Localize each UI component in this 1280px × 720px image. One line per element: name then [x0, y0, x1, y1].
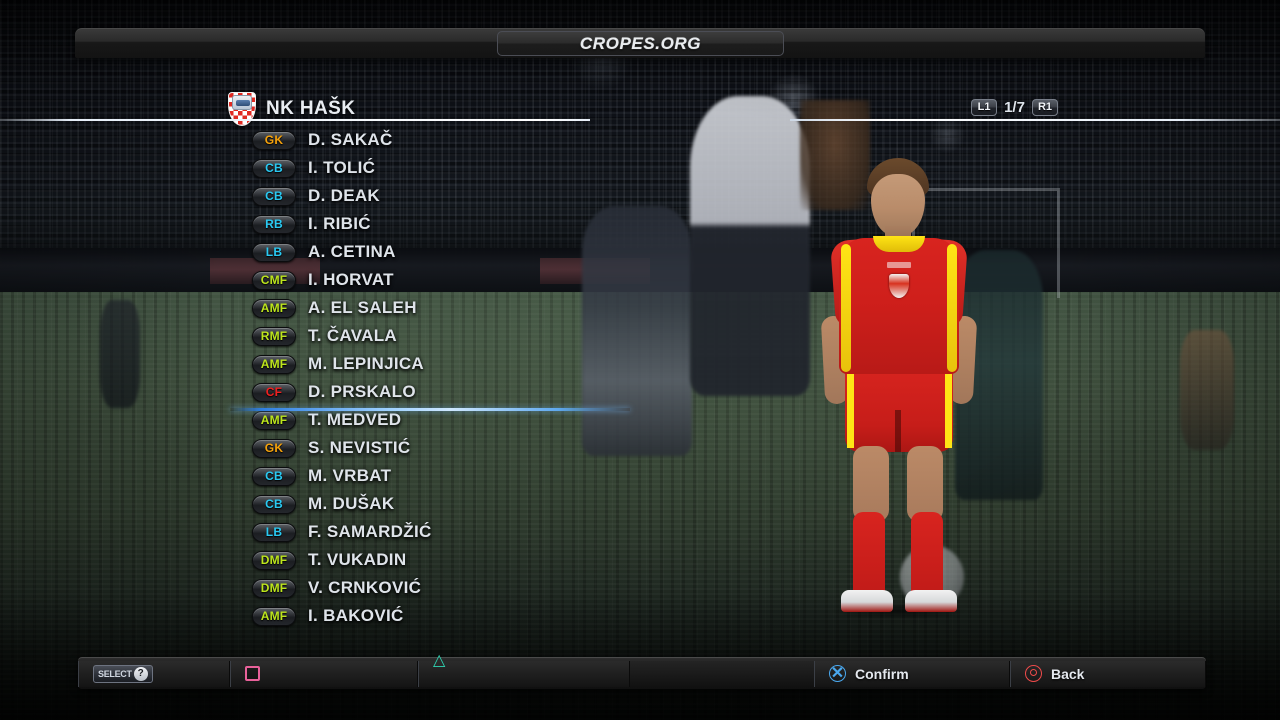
roster-row[interactable]: AMF M. LEPINJICA [252, 350, 672, 378]
position-badge: AMF [252, 410, 296, 430]
position-badge: CB [252, 158, 296, 178]
player-name: D. PRSKALO [308, 382, 416, 401]
roster-row[interactable]: RB I. RIBIĆ [252, 210, 672, 238]
model-jersey-trim [841, 244, 851, 372]
header-divider-left [0, 119, 590, 121]
position-badge: RB [252, 214, 296, 234]
player-name: V. CRNKOVIĆ [308, 578, 422, 597]
roster-row[interactable]: DMF T. VUKADIN [252, 546, 672, 574]
model-thigh-left [853, 446, 889, 522]
roster-row[interactable]: DMF V. CRNKOVIĆ [252, 574, 672, 602]
command-bar: SELECT ? ✕ Confirm Back [78, 653, 1206, 689]
position-badge: CF [252, 382, 296, 402]
model-shorts-shadow [895, 410, 901, 452]
square-action-button[interactable] [230, 660, 418, 687]
position-badge: GK [252, 130, 296, 150]
roster-row[interactable]: RMF T. ČAVALA [252, 322, 672, 350]
player-name: M. VRBAT [308, 466, 392, 485]
player-name: A. CETINA [308, 242, 396, 261]
position-badge: CMF [252, 270, 296, 290]
roster-row[interactable]: CB D. DEAK [252, 182, 672, 210]
confirm-button[interactable]: ✕ Confirm [814, 660, 1010, 687]
back-button[interactable]: Back [1010, 660, 1206, 687]
header-divider-right [790, 119, 1280, 121]
back-label: Back [1051, 665, 1085, 682]
model-shorts-trim [945, 364, 952, 448]
roster-row[interactable]: AMF I. BAKOVIĆ [252, 602, 672, 630]
l1-shoulder-button-icon[interactable]: L1 [971, 99, 998, 116]
triangle-action-button[interactable] [418, 653, 630, 687]
position-badge: LB [252, 522, 296, 542]
roster-row[interactable]: CMF I. HORVAT [252, 266, 672, 294]
page-counter: 1/7 [1004, 99, 1025, 116]
player-name: D. SAKAČ [308, 130, 393, 149]
position-badge: DMF [252, 578, 296, 598]
model-boot-left [841, 590, 893, 612]
r1-shoulder-button-icon[interactable]: R1 [1031, 99, 1058, 116]
player-3d-model [775, 158, 1005, 628]
player-name: M. LEPINJICA [308, 354, 425, 373]
player-name: I. BAKOVIĆ [308, 606, 404, 625]
confirm-label: Confirm [855, 665, 909, 682]
player-name: M. DUŠAK [308, 494, 395, 513]
player-name: T. MEDVED [308, 410, 402, 429]
team-name: NK HAŠK [266, 98, 356, 119]
model-shorts-trim [847, 364, 854, 448]
player-name: A. EL SALEH [308, 298, 417, 317]
cross-button-icon: ✕ [829, 665, 846, 682]
model-sock-right [911, 512, 943, 598]
model-jersey-trim [947, 244, 957, 372]
player-name: I. TOLIĆ [308, 158, 376, 177]
triangle-button-icon [433, 653, 449, 681]
roster-row[interactable]: LB A. CETINA [252, 238, 672, 266]
model-collar [873, 236, 925, 252]
select-help-button[interactable]: SELECT ? [78, 660, 230, 687]
model-thigh-right [907, 446, 943, 522]
player-name: D. DEAK [308, 186, 380, 205]
title-plate: CROPES.ORG [497, 31, 784, 56]
roster-row[interactable]: GK S. NEVISTIĆ [252, 434, 672, 462]
circle-button-icon [1025, 665, 1042, 682]
player-name: I. HORVAT [308, 270, 394, 289]
position-badge: CB [252, 466, 296, 486]
roster-list[interactable]: GK D. SAKAČ CB I. TOLIĆ CB D. DEAK RB I. RIBIĆ L… [230, 126, 672, 630]
model-sock-left [853, 512, 885, 598]
model-jersey [839, 238, 959, 374]
select-label: SELECT [98, 668, 132, 679]
command-bar-spacer [630, 660, 814, 687]
question-mark-icon: ? [133, 666, 148, 681]
position-badge: CB [252, 186, 296, 206]
player-name: F. SAMARDŽIĆ [308, 522, 432, 541]
starting-lineup-divider [230, 408, 630, 411]
page-title: CROPES.ORG [579, 33, 702, 53]
position-badge: CB [252, 494, 296, 514]
roster-row[interactable]: CF D. PRSKALO [252, 378, 672, 406]
position-badge: DMF [252, 550, 296, 570]
roster-row[interactable]: CB M. VRBAT [252, 462, 672, 490]
roster-row[interactable]: GK D. SAKAČ [252, 126, 672, 154]
roster-row[interactable]: LB F. SAMARDŽIĆ [252, 518, 672, 546]
position-badge: AMF [252, 606, 296, 626]
square-button-icon [245, 666, 260, 681]
position-badge: AMF [252, 298, 296, 318]
page-indicator: L1 1/7 R1 [971, 99, 1058, 116]
player-name: S. NEVISTIĆ [308, 438, 411, 457]
roster-row[interactable]: CB I. TOLIĆ [252, 154, 672, 182]
position-badge: RMF [252, 326, 296, 346]
position-badge: AMF [252, 354, 296, 374]
model-kit-sponsor [887, 262, 911, 268]
position-badge: LB [252, 242, 296, 262]
select-button-icon: SELECT ? [93, 664, 153, 683]
position-badge: GK [252, 438, 296, 458]
model-boot-right [905, 590, 957, 612]
roster-row[interactable]: CB M. DUŠAK [252, 490, 672, 518]
roster-row[interactable]: AMF A. EL SALEH [252, 294, 672, 322]
player-name: T. VUKADIN [308, 550, 407, 569]
player-name: I. RIBIĆ [308, 214, 371, 233]
player-name: T. ČAVALA [308, 326, 397, 345]
